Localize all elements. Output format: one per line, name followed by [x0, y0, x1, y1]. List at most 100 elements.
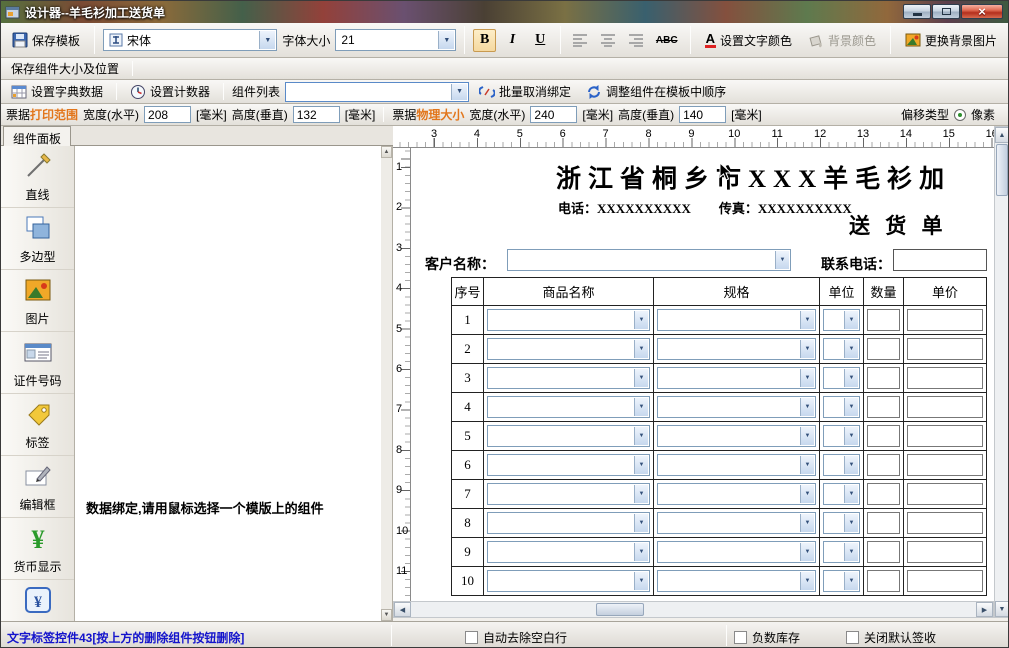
unit-price-input[interactable] [907, 396, 983, 418]
spec-combo[interactable]: ▼ [657, 425, 816, 447]
template-canvas[interactable]: 浙江省桐乡市XXX羊毛衫加 电话：XXXXXXXXXX 传真：XXXXXXXXX… [411, 148, 994, 601]
chevron-down-icon[interactable]: ▼ [800, 369, 814, 387]
spec-combo[interactable]: ▼ [657, 396, 816, 418]
unit-combo[interactable]: ▼ [823, 367, 860, 389]
tab-component-panel[interactable]: 组件面板 [3, 126, 71, 146]
product-name-combo[interactable]: ▼ [487, 367, 650, 389]
quantity-input[interactable] [867, 309, 900, 331]
chevron-down-icon[interactable]: ▼ [634, 485, 648, 503]
chevron-down-icon[interactable]: ▼ [844, 485, 858, 503]
print-height-input[interactable] [293, 106, 340, 123]
unit-combo[interactable]: ▼ [823, 309, 860, 331]
chevron-down-icon[interactable]: ▼ [844, 398, 858, 416]
chevron-down-icon[interactable]: ▼ [844, 340, 858, 358]
physical-height-input[interactable] [679, 106, 726, 123]
unit-combo[interactable]: ▼ [823, 338, 860, 360]
chevron-down-icon[interactable]: ▼ [844, 514, 858, 532]
product-name-combo[interactable]: ▼ [487, 425, 650, 447]
quantity-input[interactable] [867, 454, 900, 476]
chevron-down-icon[interactable]: ▼ [800, 514, 814, 532]
spec-combo[interactable]: ▼ [657, 541, 816, 563]
chevron-down-icon[interactable]: ▼ [800, 398, 814, 416]
chevron-down-icon[interactable]: ▼ [634, 398, 648, 416]
set-text-color-button[interactable]: A 设置文字颜色 [699, 29, 798, 52]
chevron-down-icon[interactable]: ▼ [634, 543, 648, 561]
quantity-input[interactable] [867, 512, 900, 534]
spec-combo[interactable]: ▼ [657, 454, 816, 476]
product-name-combo[interactable]: ▼ [487, 483, 650, 505]
company-title-label[interactable]: 浙江省桐乡市XXX羊毛衫加 [556, 159, 951, 195]
chevron-down-icon[interactable]: ▼ [634, 340, 648, 358]
column-header[interactable]: 商品名称 [484, 278, 654, 306]
chevron-down-icon[interactable]: ▼ [634, 369, 648, 387]
tool-edit-box[interactable]: 编辑框 [1, 456, 74, 518]
unit-price-input[interactable] [907, 338, 983, 360]
save-size-position-button[interactable]: 保存组件大小及位置 [6, 58, 124, 79]
spec-combo[interactable]: ▼ [657, 338, 816, 360]
customer-name-label[interactable]: 客户名称： [425, 254, 495, 274]
chevron-down-icon[interactable]: ▼ [800, 543, 814, 561]
unit-price-input[interactable] [907, 367, 983, 389]
tool-id-number[interactable]: 证件号码 [1, 332, 74, 394]
chevron-down-icon[interactable]: ▼ [844, 369, 858, 387]
unit-price-input[interactable] [907, 512, 983, 534]
unit-price-input[interactable] [907, 454, 983, 476]
fax-label[interactable]: 传真：XXXXXXXXXX [719, 198, 852, 217]
unit-price-input[interactable] [907, 570, 983, 592]
product-name-combo[interactable]: ▼ [487, 541, 650, 563]
batch-unbind-button[interactable]: 批量取消绑定 [474, 81, 576, 102]
v-scroll-thumb[interactable] [996, 144, 1008, 196]
vertical-scrollbar[interactable]: ▲ ▼ [994, 126, 1009, 618]
set-dictionary-button[interactable]: 设置字典数据 [6, 81, 108, 102]
quantity-input[interactable] [867, 570, 900, 592]
italic-button[interactable]: I [501, 29, 524, 52]
h-scroll-thumb[interactable] [596, 603, 644, 616]
checkbox-icon[interactable] [465, 631, 478, 644]
scroll-up-icon[interactable]: ▲ [995, 127, 1009, 143]
minimize-button[interactable] [903, 4, 931, 19]
close-default-sign-checkbox[interactable]: 关闭默认签收 [846, 629, 936, 646]
checkbox-icon[interactable] [734, 631, 747, 644]
spec-combo[interactable]: ▼ [657, 483, 816, 505]
quantity-input[interactable] [867, 425, 900, 447]
horizontal-scrollbar[interactable]: ◀ ▶ [393, 601, 994, 618]
align-left-button[interactable] [569, 29, 592, 52]
column-header[interactable]: 规格 [654, 278, 820, 306]
tool-tag[interactable]: 标签 [1, 394, 74, 456]
close-button[interactable] [961, 4, 1003, 19]
maximize-button[interactable] [932, 4, 960, 19]
background-color-button[interactable]: 背景颜色 [803, 29, 882, 52]
quantity-input[interactable] [867, 367, 900, 389]
contact-phone-input[interactable] [893, 249, 987, 271]
tool-polygon[interactable]: 多边型 [1, 208, 74, 270]
align-right-button[interactable] [624, 29, 647, 52]
chevron-down-icon[interactable]: ▼ [438, 31, 454, 49]
negative-stock-checkbox[interactable]: 负数库存 [734, 629, 800, 646]
set-counter-button[interactable]: 设置计数器 [125, 81, 215, 102]
unit-combo[interactable]: ▼ [823, 570, 860, 592]
chevron-down-icon[interactable]: ▼ [634, 572, 648, 590]
component-list-combo[interactable]: ▼ [285, 82, 469, 102]
column-header[interactable]: 序号 [452, 278, 484, 306]
tool-currency-input[interactable]: ¥货币输入 [1, 580, 74, 621]
unit-combo[interactable]: ▼ [823, 512, 860, 534]
unit-combo[interactable]: ▼ [823, 454, 860, 476]
unit-price-input[interactable] [907, 541, 983, 563]
product-name-combo[interactable]: ▼ [487, 396, 650, 418]
unit-combo[interactable]: ▼ [823, 483, 860, 505]
align-center-button[interactable] [596, 29, 619, 52]
spec-combo[interactable]: ▼ [657, 512, 816, 534]
spec-combo[interactable]: ▼ [657, 570, 816, 592]
font-size-combo[interactable]: 21 ▼ [335, 29, 456, 51]
chevron-down-icon[interactable]: ▼ [800, 456, 814, 474]
strikethrough-button[interactable]: ABC [652, 32, 682, 49]
adjust-order-button[interactable]: 调整组件在模板中顺序 [581, 81, 731, 102]
scroll-up-icon[interactable]: ▲ [381, 146, 392, 158]
bold-button[interactable]: B [473, 29, 496, 52]
chevron-down-icon[interactable]: ▼ [451, 84, 467, 100]
change-background-image-button[interactable]: 更换背景图片 [899, 29, 1003, 52]
save-template-button[interactable]: 保存模板 [6, 29, 86, 52]
quantity-input[interactable] [867, 396, 900, 418]
contact-phone-label[interactable]: 联系电话： [821, 254, 891, 274]
scroll-left-icon[interactable]: ◀ [394, 602, 411, 617]
